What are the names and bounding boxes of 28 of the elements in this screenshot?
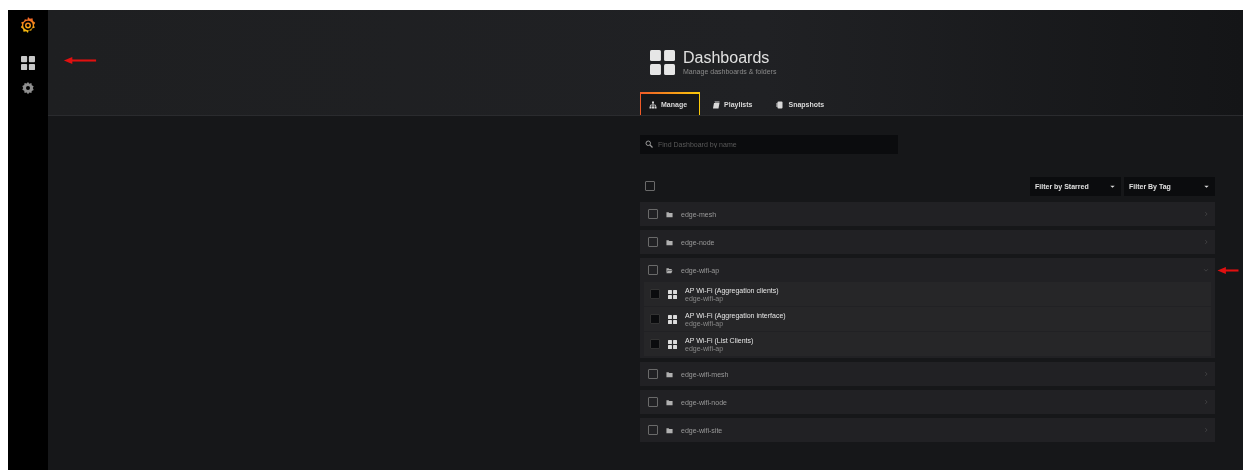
folder-icon [666,238,673,246]
open-folder-icon [666,266,673,274]
checkbox[interactable] [648,237,658,247]
checkbox[interactable] [650,314,660,324]
dashboard-icon [668,314,677,324]
checkbox[interactable] [648,425,658,435]
search-icon [645,140,653,148]
page-title: Dashboards [683,49,771,67]
folder-icon [666,398,673,406]
checkbox[interactable] [648,265,658,275]
checkbox[interactable] [648,397,658,407]
dashboards-icon [650,49,675,75]
playlist-icon [712,100,721,109]
settings-icon[interactable] [21,81,35,95]
checkbox[interactable] [650,289,660,299]
folder-icon [666,426,673,434]
checkbox[interactable] [648,209,658,219]
snapshot-icon [776,100,785,109]
logo-icon[interactable] [19,16,37,34]
folder-icon [666,370,673,378]
dashboards-icon[interactable] [21,56,35,70]
dashboard-icon [668,289,677,299]
checkbox[interactable] [645,181,655,191]
sitemap-icon [649,100,657,109]
folder-icon [666,210,673,218]
checkbox[interactable] [650,339,660,349]
dashboard-icon [668,339,677,349]
checkbox[interactable] [648,369,658,379]
